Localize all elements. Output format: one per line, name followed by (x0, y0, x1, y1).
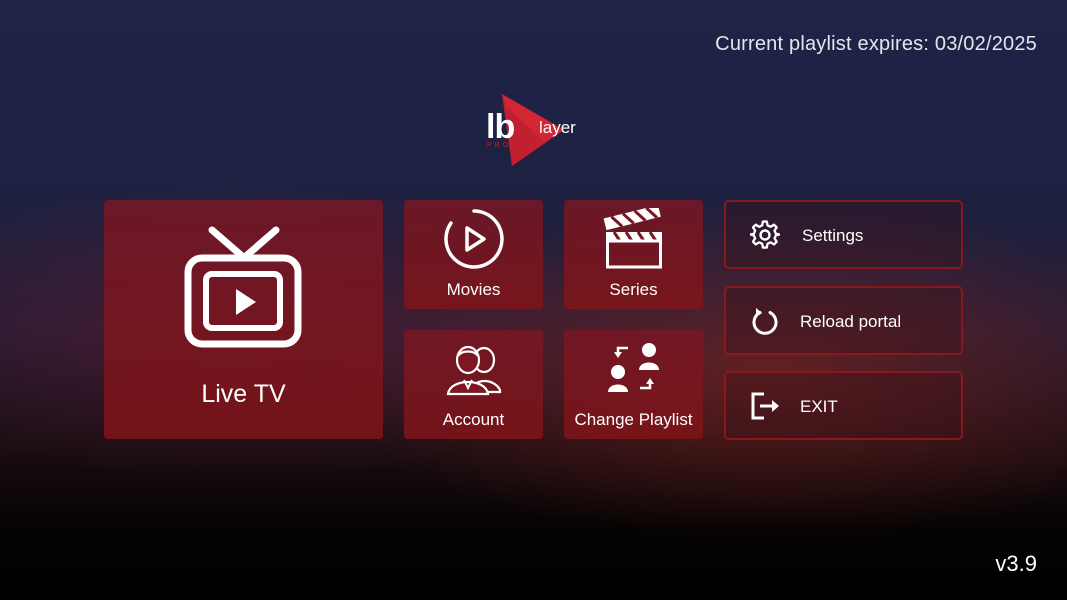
movies-label: Movies (446, 280, 501, 299)
reload-portal-button[interactable]: Reload portal (724, 286, 963, 355)
playlist-expiry-text: Current playlist expires: 03/02/2025 (715, 33, 1037, 55)
live-tv-tile[interactable]: Live TV (104, 200, 383, 439)
live-tv-label: Live TV (201, 380, 286, 408)
logo-suffix-text: layer (539, 118, 576, 137)
exit-label: EXIT (800, 397, 838, 416)
app-version: v3.9 (995, 551, 1037, 576)
movies-tile[interactable]: Movies (404, 200, 543, 309)
gear-icon (750, 220, 780, 249)
logo-badge-text: PRO (487, 142, 512, 149)
reload-portal-label: Reload portal (800, 312, 902, 331)
swap-users-icon (608, 343, 659, 392)
circle-play-icon (444, 209, 504, 269)
series-tile[interactable]: Series (564, 200, 703, 309)
change-playlist-label: Change Playlist (574, 410, 693, 429)
exit-icon (751, 392, 779, 420)
account-label: Account (442, 410, 505, 429)
reload-icon (752, 308, 778, 335)
account-tile[interactable]: Account (404, 330, 543, 439)
users-icon (446, 345, 502, 396)
change-playlist-tile[interactable]: Change Playlist (564, 330, 703, 439)
tv-play-icon (184, 226, 302, 348)
settings-button[interactable]: Settings (724, 200, 963, 269)
app-logo: lb layer PRO (484, 92, 594, 168)
series-label: Series (609, 280, 658, 299)
clapperboard-icon (603, 208, 662, 269)
settings-label: Settings (802, 226, 864, 245)
exit-button[interactable]: EXIT (724, 371, 963, 440)
